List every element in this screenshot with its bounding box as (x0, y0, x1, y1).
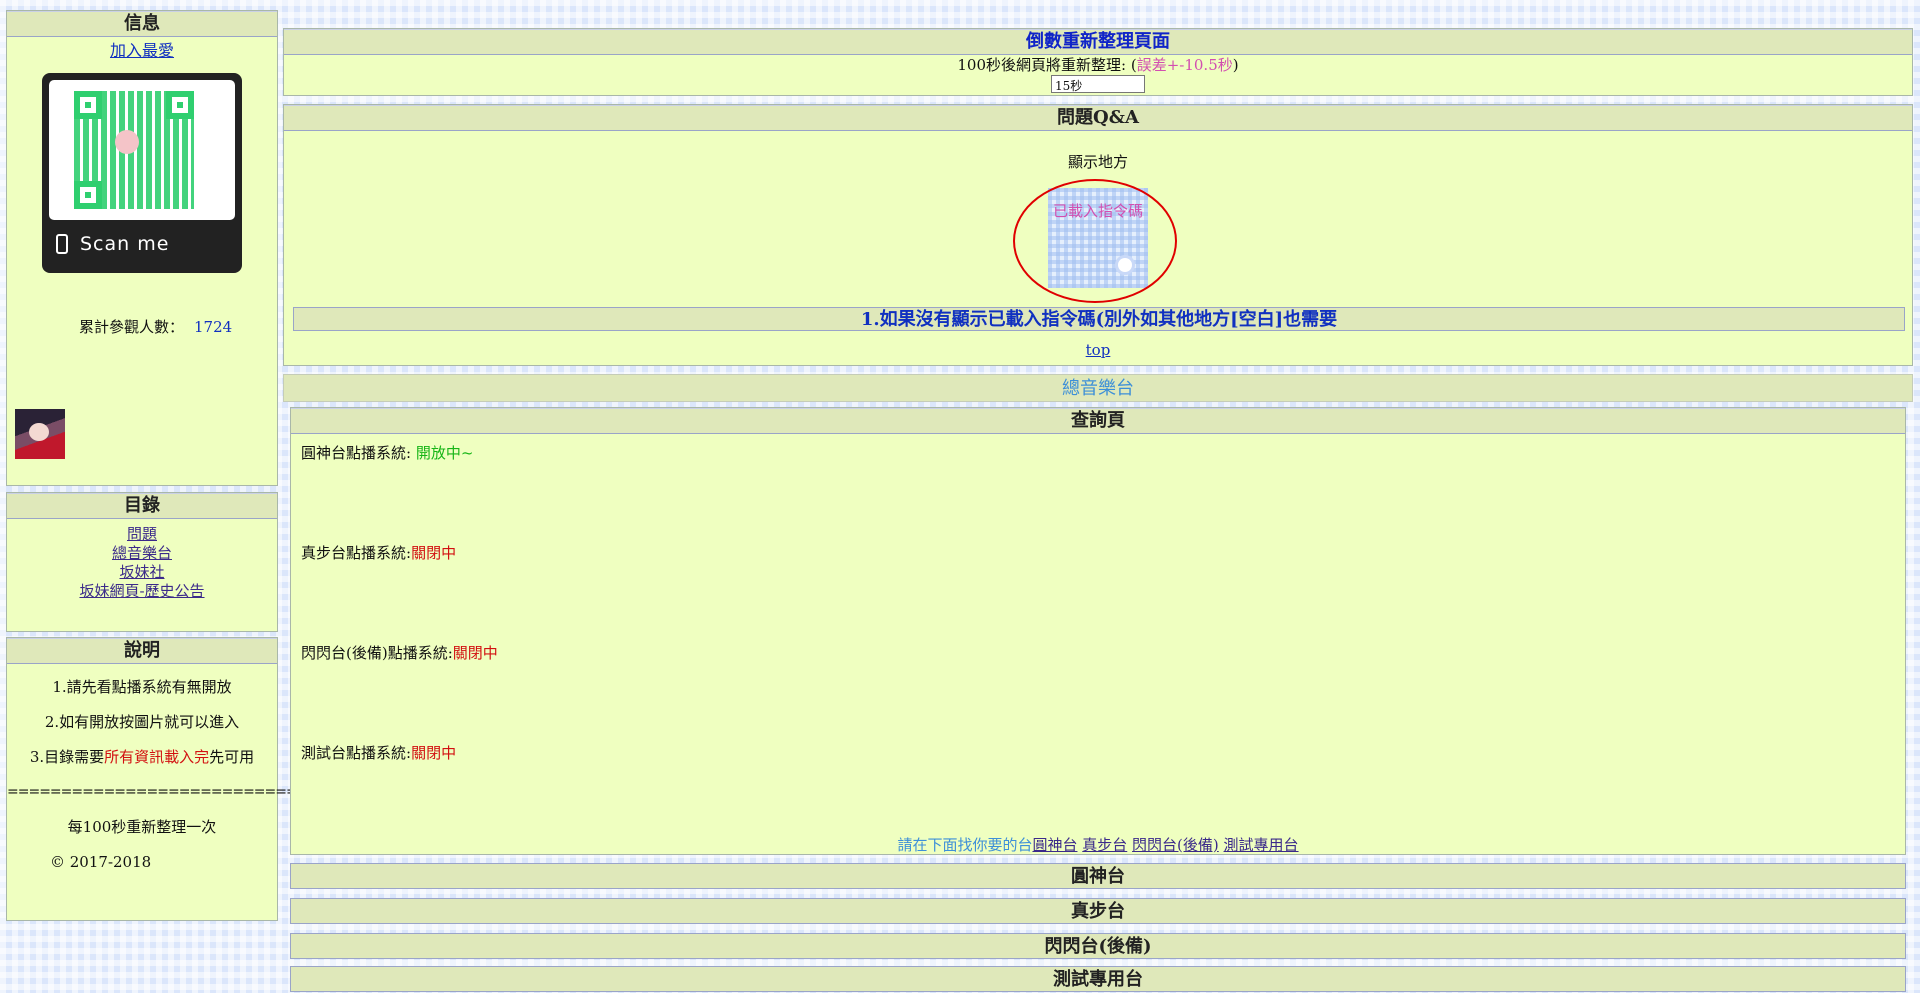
status-closed: 關閉中 (411, 544, 457, 562)
system-row-test: 測試台點播系統:關閉中 (301, 744, 457, 762)
toc-item-history[interactable]: 坂妹網頁-歷史公告 (79, 582, 204, 600)
system-row-shine: 閃閃台(後備)點播系統:關閉中 (301, 644, 498, 662)
toc-item-club[interactable]: 坂妹社 (119, 563, 164, 581)
desc-line-2: 2.如有開放按圖片就可以進入 (44, 713, 240, 731)
desc-line-3: 3.目錄需要所有資訊載入完先可用 (29, 748, 255, 766)
toc-title: 目錄 (7, 493, 277, 519)
refresh-text: 100秒後網頁將重新整理: (誤差+-10.5秒) (957, 56, 1239, 74)
query-title: 查詢頁 (291, 408, 1905, 434)
refresh-note: 每100秒重新整理一次 (67, 818, 217, 836)
toc-item-questions[interactable]: 問題 (127, 525, 157, 543)
add-favorite-link[interactable]: 加入最愛 (7, 37, 277, 61)
hint-link-test[interactable]: 測試專用台 (1224, 836, 1299, 854)
visits-label: 累計參觀人數： (79, 318, 185, 336)
visits-count: 1724 (194, 318, 233, 336)
qa-note: 1.如果沒有顯示已載入指令碼(別外如其他地方[空白]也需要 (293, 307, 1905, 331)
desc-line-1: 1.請先看點播系統有無開放 (52, 678, 232, 696)
hint-link-maho[interactable]: 真步台 (1082, 836, 1127, 854)
qr-caption: Scan me (80, 233, 170, 255)
refresh-title: 倒數重新整理頁面 (284, 29, 1912, 55)
hint-link-shine[interactable]: 閃閃台(後備) (1132, 836, 1219, 854)
system-row-madoka: 圓神台點播系統: 開放中~ (301, 444, 474, 462)
display-label: 顯示地方 (1067, 153, 1128, 171)
phone-icon (56, 234, 68, 254)
refresh-panel: 倒數重新整理頁面 100秒後網頁將重新整理: (誤差+-10.5秒) 15秒 (283, 28, 1913, 96)
section-test[interactable]: 測試專用台 (290, 966, 1906, 992)
top-link[interactable]: top (1086, 341, 1111, 359)
station-hint: 請在下面找你要的台圓神台 真步台 閃閃台(後備) 測試專用台 (897, 836, 1299, 854)
qr-logo (115, 130, 139, 154)
section-maho[interactable]: 真步台 (290, 898, 1906, 924)
info-panel: 信息 加入最愛 Scan me 累計參觀人數： 1724 (6, 10, 278, 486)
status-closed: 關閉中 (411, 744, 457, 762)
toc-panel: 目錄 問題 總音樂台 坂妹社 坂妹網頁-歷史公告 (6, 492, 278, 632)
qa-title: 問題Q&A (284, 105, 1912, 131)
qa-panel: 問題Q&A 顯示地方 已載入指令碼 1.如果沒有顯示已載入指令碼(別外如其他地方… (283, 104, 1913, 366)
query-panel: 查詢頁 圓神台點播系統: 開放中~ 真步台點播系統:關閉中 閃閃台(後備)點播系… (290, 407, 1906, 855)
system-row-maho: 真步台點播系統:關閉中 (301, 544, 457, 562)
red-circle-annotation (1013, 179, 1177, 303)
status-open: 開放中~ (415, 444, 474, 462)
copyright: © 2017-2018 (50, 853, 152, 871)
status-closed: 關閉中 (452, 644, 498, 662)
section-madoka[interactable]: 圓神台 (290, 863, 1906, 889)
radio-title: 總音樂台 (283, 374, 1913, 402)
hint-link-madoka[interactable]: 圓神台 (1032, 836, 1077, 854)
info-title: 信息 (7, 11, 277, 37)
avatar[interactable] (15, 409, 65, 459)
description-panel: 說明 1.請先看點播系統有無開放 2.如有開放按圖片就可以進入 3.目錄需要所有… (6, 637, 330, 921)
toc-item-radio[interactable]: 總音樂台 (112, 544, 172, 562)
visit-counter: 累計參觀人數： 1724 (79, 316, 232, 337)
divider-rule: ============================== (7, 784, 330, 800)
section-shine[interactable]: 閃閃台(後備) (290, 933, 1906, 959)
description-title: 說明 (7, 638, 277, 664)
countdown-field[interactable]: 15秒 (1051, 75, 1145, 93)
qr-code[interactable]: Scan me (42, 73, 242, 273)
